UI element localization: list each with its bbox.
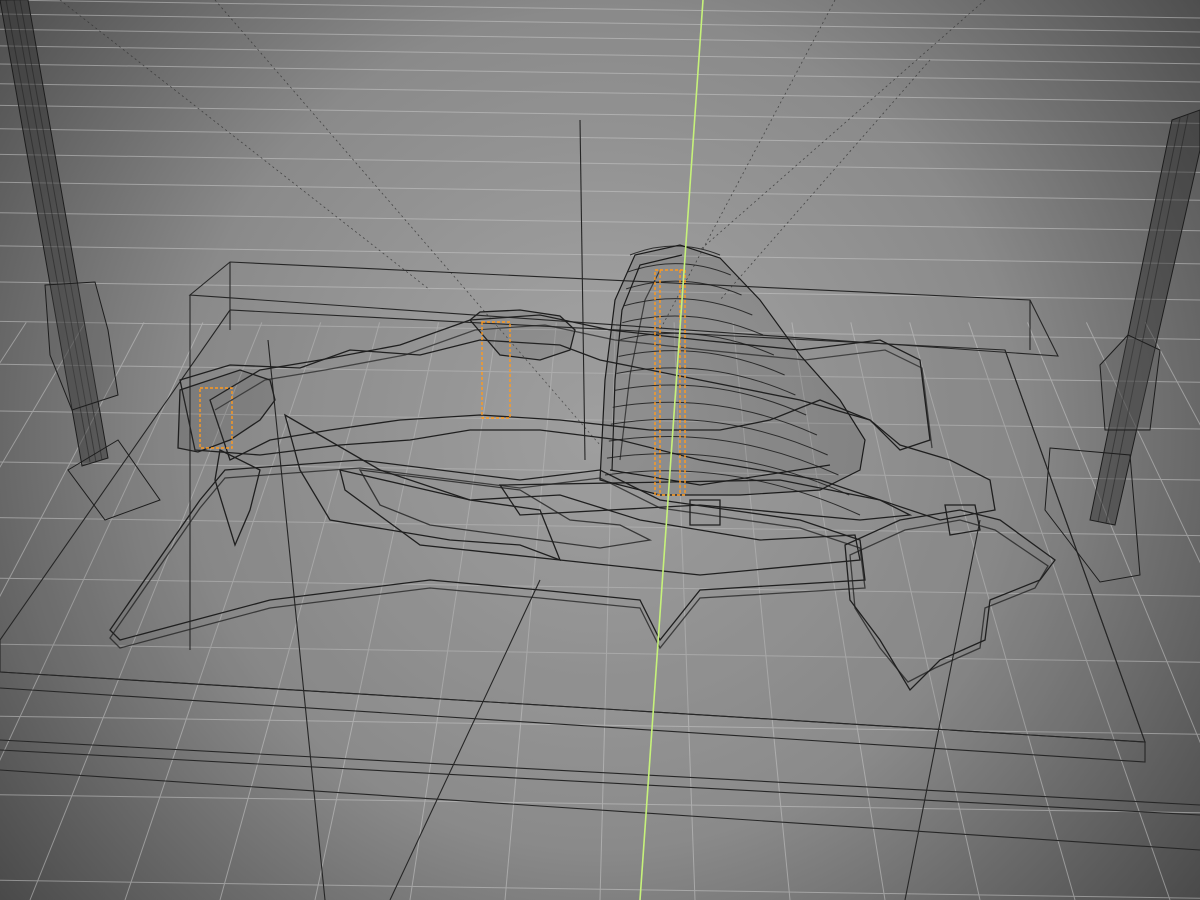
3d-viewport[interactable] <box>0 0 1200 900</box>
viewport-canvas[interactable] <box>0 0 1200 900</box>
